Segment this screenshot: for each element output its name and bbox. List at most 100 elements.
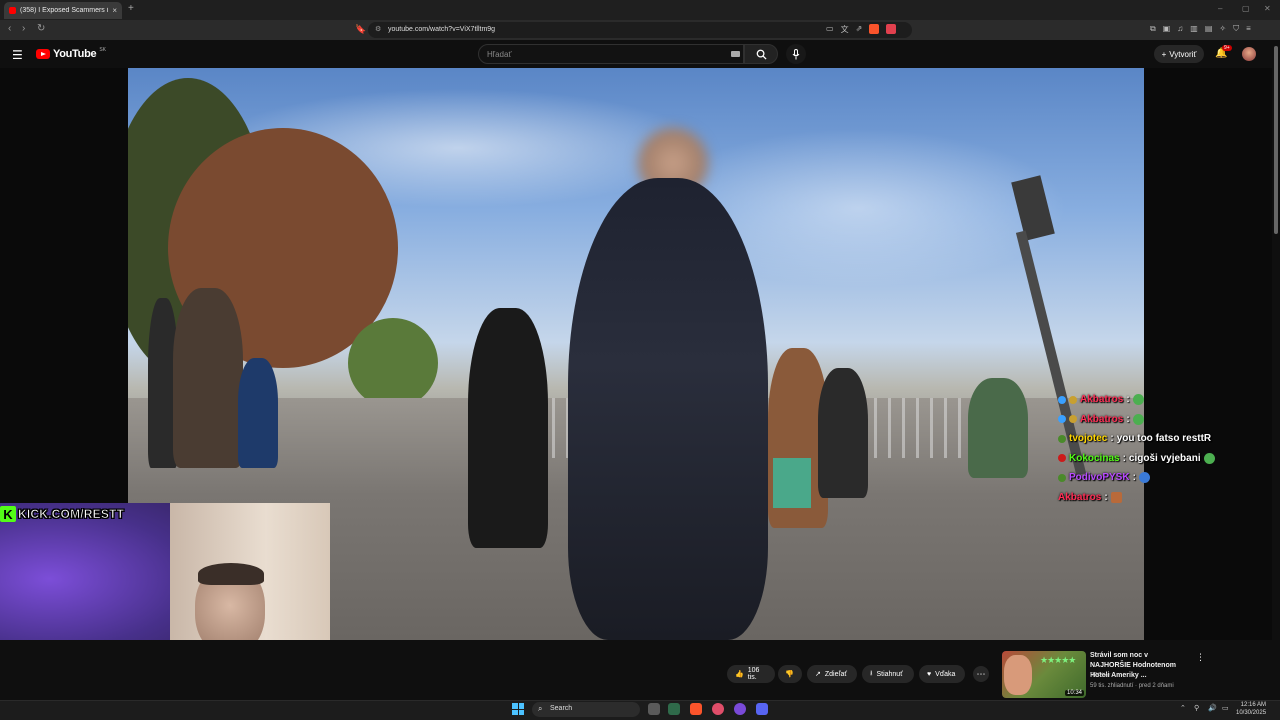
music-icon[interactable]: ♫	[1177, 24, 1183, 36]
youtube-header: ☰ YouTube SK Hľadať + Vytvoriť 🔔 9+	[0, 40, 1280, 68]
translate-icon[interactable]: 文	[841, 24, 849, 36]
taskbar-search-icon: ⌕	[538, 704, 543, 713]
rating-stars: ★★★★★	[1040, 655, 1076, 665]
windows-start-icon[interactable]	[512, 703, 524, 715]
forward-icon[interactable]: ›	[22, 23, 25, 34]
chat-username: tvojotec	[1069, 433, 1108, 445]
thanks-button[interactable]: ♥ Vďaka	[919, 665, 965, 683]
youtube-logo[interactable]: YouTube SK	[36, 47, 106, 60]
keyboard-icon[interactable]	[731, 51, 740, 57]
chat-separator: :	[1104, 491, 1108, 503]
notification-count-badge: 9+	[1222, 45, 1232, 51]
chat-username: Akbatros	[1080, 413, 1124, 425]
close-window-button[interactable]: ✕	[1264, 4, 1271, 13]
voice-search-button[interactable]	[786, 44, 806, 64]
thumbs-down-icon: 👎	[785, 671, 794, 678]
chat-message: Kokocinas : cigoši vyjebani	[1058, 449, 1215, 469]
recommended-menu-icon[interactable]: ⋮	[1196, 652, 1205, 663]
menu-icon[interactable]: ≡	[1246, 24, 1251, 36]
recommended-meta: 59 tis. zhliadnutí · pred 2 dňami	[1090, 683, 1174, 689]
app-icon[interactable]	[712, 703, 724, 715]
reload-icon[interactable]: ↻	[37, 23, 45, 34]
url-text: youtube.com/watch?v=ViX7tlltm9g	[388, 26, 496, 33]
sidebar-icon[interactable]: ▥	[1190, 24, 1198, 36]
share-button[interactable]: ↗ Zdieľať	[807, 665, 857, 683]
maximize-button[interactable]: ▢	[1242, 4, 1250, 13]
tab-close-icon[interactable]: ×	[112, 6, 117, 15]
police-officer-shape	[568, 178, 768, 640]
share-page-icon[interactable]: ⇗	[856, 24, 863, 36]
create-label: Vytvoriť	[1169, 49, 1197, 59]
chat-username: Kokocinas	[1069, 452, 1120, 464]
recommended-channel[interactable]: PPPiter	[1090, 673, 1110, 679]
kick-banner: K KICK.COM/RESTT	[0, 505, 124, 523]
volume-icon[interactable]: 🔊	[1208, 704, 1217, 712]
clock-date: 10/30/2025	[1236, 710, 1267, 716]
wallet-icon[interactable]: ▣	[1163, 24, 1171, 36]
browser-tab-active[interactable]: (358) I Exposed Scammers in ×	[4, 2, 122, 19]
chat-username: Akbatros	[1058, 491, 1102, 503]
bookmark-icon[interactable]: 🔖	[355, 24, 366, 35]
minimize-button[interactable]: –	[1218, 4, 1222, 13]
dislike-button[interactable]: 👎	[778, 665, 802, 683]
tray-overflow-icon[interactable]: ⌃	[1180, 704, 1186, 712]
guide-menu-icon[interactable]: ☰	[12, 48, 23, 62]
taskbar-clock[interactable]: 12:16 AM 10/30/2025	[1236, 701, 1266, 717]
task-view-icon[interactable]	[648, 703, 660, 715]
search-input[interactable]: Hľadať	[478, 44, 744, 64]
download-label: Stiahnuť	[876, 670, 903, 678]
recommended-thumbnail[interactable]: ★★★★★ 10:34	[1002, 651, 1086, 698]
thumbnail-face	[1004, 655, 1032, 695]
thumbs-up-icon: 👍	[735, 671, 744, 678]
chat-badge-icon	[1058, 454, 1066, 463]
cast-icon[interactable]: ▭	[826, 24, 834, 36]
chat-message: PodivoPYSK :	[1058, 468, 1215, 488]
search-button[interactable]	[744, 44, 778, 64]
kick-url-text: KICK.COM/RESTT	[18, 507, 125, 522]
like-button[interactable]: 👍 106 tis.	[727, 665, 775, 683]
windows-taskbar	[0, 700, 1280, 720]
leo-icon[interactable]: ✧	[1219, 24, 1226, 36]
brave-browser-icon[interactable]	[690, 703, 702, 715]
download-button[interactable]: ⭳ Stiahnuť	[862, 665, 914, 683]
chat-badge-icon	[1058, 415, 1066, 424]
scrollbar-thumb[interactable]	[1274, 46, 1278, 234]
chat-emote-icon	[1138, 472, 1150, 484]
share-arrow-icon: ↗	[815, 671, 821, 678]
battery-icon[interactable]: ▭	[1222, 704, 1229, 712]
chat-separator: :	[1110, 433, 1114, 445]
network-icon[interactable]: ⚲	[1194, 704, 1199, 712]
chat-message: Akbatros :	[1058, 390, 1215, 410]
more-actions-button[interactable]: ⋯	[973, 666, 989, 682]
create-button[interactable]: + Vytvoriť	[1154, 45, 1204, 63]
tree-shape	[348, 318, 438, 408]
app-icon[interactable]	[734, 703, 746, 715]
shopping-bag-shape	[773, 458, 811, 508]
site-info-icon[interactable]: ⚙	[375, 25, 381, 33]
taskbar-search[interactable]: ⌕ Search	[532, 702, 640, 717]
chat-message: Akbatros :	[1058, 488, 1215, 508]
discord-icon[interactable]	[756, 703, 768, 715]
chat-separator: :	[1126, 394, 1130, 406]
address-bar-actions: ▭ 文 ⇗	[826, 24, 897, 36]
pedestrian-shape	[468, 308, 548, 548]
extensions-icon[interactable]: ⧉	[1150, 24, 1156, 36]
vpn-icon[interactable]: ⛉	[1233, 24, 1239, 36]
brave-shields-icon[interactable]	[869, 24, 880, 34]
tabs-icon[interactable]: ▤	[1205, 24, 1213, 36]
chat-message: tvojotec : you too fatso resttR	[1058, 429, 1215, 449]
browser-extension-icons: ⧉ ▣ ♫ ▥ ▤ ✧ ⛉ ≡	[1150, 24, 1251, 36]
terminal-app-icon[interactable]	[668, 703, 680, 715]
back-icon[interactable]: ‹	[8, 23, 11, 34]
chat-text: cigoši vyjebani	[1128, 452, 1201, 464]
share-label: Zdieľať	[824, 670, 848, 678]
account-avatar[interactable]	[1242, 47, 1256, 61]
like-count: 106 tis.	[747, 667, 760, 681]
youtube-logo-text: YouTube	[53, 48, 97, 60]
brave-rewards-icon[interactable]	[886, 24, 897, 34]
chat-separator: :	[1132, 472, 1136, 484]
youtube-favicon-icon	[9, 7, 16, 14]
microphone-icon	[792, 48, 800, 59]
kick-logo-icon: K	[0, 506, 16, 522]
new-tab-button[interactable]: +	[128, 3, 134, 14]
